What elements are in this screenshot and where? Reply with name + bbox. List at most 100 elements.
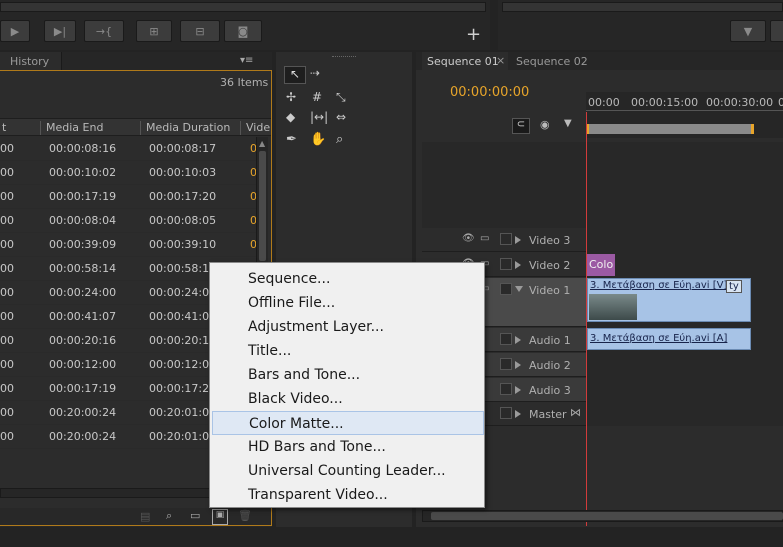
rolling-edit-tool-icon[interactable]: # [312,90,322,104]
track-lock-box[interactable] [500,233,512,245]
expand-triangle-icon[interactable] [515,361,521,369]
insert-button[interactable]: ⊞ [136,20,172,42]
timeline-scroll-thumb[interactable] [431,512,783,520]
cell-media-end: 00:20:00:24 [49,406,117,419]
track-lock-box[interactable] [500,333,512,345]
menu-item[interactable]: Color Matte... [212,411,484,435]
expand-triangle-icon[interactable] [515,286,523,292]
col-header-start[interactable]: t [2,121,6,134]
hand-tool-icon[interactable]: ✋ [310,132,326,147]
track-lock-box[interactable] [500,283,512,295]
table-row[interactable]: 00 00:00:17:19 00:00:17:20 0 [0,185,256,209]
video-clip-tag[interactable]: ty [726,280,742,293]
close-icon[interactable]: × [496,54,505,67]
table-row[interactable]: 00 00:00:10:02 00:00:10:03 0 [0,161,256,185]
menu-item[interactable]: Title... [212,339,484,363]
cell-media-duration: 00:00:10:03 [149,166,217,179]
cell-start: 00 [0,310,14,323]
marker-button[interactable]: ▼ [730,20,766,42]
snap-icon[interactable]: ⊂ [512,118,530,134]
selection-tool-icon[interactable]: ↖ [284,66,306,84]
expand-triangle-icon[interactable] [515,336,521,344]
track-select-tool-icon[interactable]: ⇢ [310,66,320,80]
razor-tool-icon[interactable]: ◆ [286,110,295,124]
tab-sequence-02[interactable]: Sequence 02 [516,55,588,68]
track-header[interactable]: 👁 ▭ Video 3 [422,228,586,252]
eye-icon[interactable]: 👁 [462,233,475,244]
menu-item[interactable]: Offline File... [212,291,484,315]
cell-media-end: 00:00:17:19 [49,190,117,203]
zoom-tool-icon[interactable]: ⌕ [336,132,343,147]
track-lock-box[interactable] [500,358,512,370]
table-row[interactable]: 00 00:00:08:04 00:00:08:05 0 [0,209,256,233]
track-lanes [586,228,783,426]
overlay-button[interactable]: ⊟ [180,20,220,42]
menu-item[interactable]: HD Bars and Tone... [212,435,484,459]
col-header-media-end[interactable]: Media End [46,121,103,134]
col-header-video[interactable]: Vide [246,121,270,134]
scroll-thumb[interactable] [259,151,266,261]
track-lock-box[interactable] [500,407,512,419]
play-button[interactable]: ▶ [0,20,30,42]
new-item-icon[interactable]: ▣ [212,509,228,525]
top-scrollbar[interactable] [0,2,486,12]
table-row[interactable]: 00 00:00:08:16 00:00:08:17 0 [0,137,256,161]
new-bin-icon[interactable]: ▭ [190,509,200,522]
tab-sequence-01-label: Sequence 01 [427,55,499,68]
ruler-label: 00:00 [588,96,620,109]
add-button[interactable]: + [466,24,481,45]
menu-item[interactable]: Black Video... [212,387,484,411]
ruler-ticks [586,110,783,116]
tab-history[interactable]: History [10,55,49,68]
cell-media-end: 00:20:00:24 [49,430,117,443]
cell-media-duration: 00:00:20:17 [149,334,217,347]
automate-icon[interactable]: ▤ [140,510,150,523]
expand-triangle-icon[interactable] [515,410,521,418]
add-marker-icon[interactable]: ▼ [564,118,572,129]
track-lock-box[interactable] [500,258,512,270]
expand-triangle-icon[interactable] [515,236,521,244]
master-icon[interactable]: ⋈ [570,406,581,419]
menu-item[interactable]: Universal Counting Leader... [212,459,484,483]
color-matte-clip[interactable]: Colo [587,254,615,276]
cell-start: 00 [0,214,14,227]
ripple-edit-tool-icon[interactable]: ✢ [286,90,296,104]
marker-icon[interactable]: ◉ [540,118,550,131]
time-ruler[interactable]: 00:00 00:00:15:00 00:00:30:00 0 [586,92,783,138]
expand-triangle-icon[interactable] [515,386,521,394]
menu-item[interactable]: Adjustment Layer... [212,315,484,339]
menu-item[interactable]: Transparent Video... [212,483,484,507]
cell-media-end: 00:00:24:00 [49,286,117,299]
film-icon[interactable]: ▭ [480,233,489,244]
video-clip[interactable]: 3. Μετάβαση σε Εύη.avi [V] ty [587,278,751,322]
cell-start: 00 [0,382,14,395]
panel-menu-icon[interactable]: ▾≡ [240,55,253,66]
slide-tool-icon[interactable]: ⇔ [336,110,346,124]
pen-tool-icon[interactable]: ✒ [286,132,297,147]
tab-sequence-01[interactable]: Sequence 01 × [422,52,508,70]
track-lock-box[interactable] [500,383,512,395]
shuttle-button[interactable]: →{ [84,20,124,42]
scroll-up-arrow[interactable]: ▲ [259,139,265,148]
menu-item[interactable]: Bars and Tone... [212,363,484,387]
more-button[interactable] [770,20,783,42]
clear-icon[interactable]: 🗑 [238,509,252,522]
playhead-line[interactable] [586,112,587,526]
cell-media-duration: 00:00:41:08 [149,310,217,323]
track-name: Video 1 [529,284,571,297]
program-toolbar: ▼ [498,0,783,50]
step-forward-button[interactable]: ▶| [44,20,76,42]
audio-clip[interactable]: 3. Μετάβαση σε Εύη.avi [A] [587,328,751,350]
table-row[interactable]: 00 00:00:39:09 00:00:39:10 0 [0,233,256,257]
find-icon[interactable]: ⌕ [166,509,172,523]
timecode-display[interactable]: 00:00:00:00 [450,85,529,100]
work-area-bar[interactable] [586,124,754,134]
export-frame-button[interactable]: ◙ [224,20,262,42]
timeline-horizontal-scrollbar[interactable] [422,510,783,522]
rate-stretch-tool-icon[interactable]: ⤡ [336,90,346,105]
col-header-media-duration[interactable]: Media Duration [146,121,230,134]
menu-item[interactable]: Sequence... [212,267,484,291]
slip-tool-icon[interactable]: |↔| [310,110,328,124]
expand-triangle-icon[interactable] [515,261,521,269]
program-scrollbar[interactable] [502,2,783,12]
